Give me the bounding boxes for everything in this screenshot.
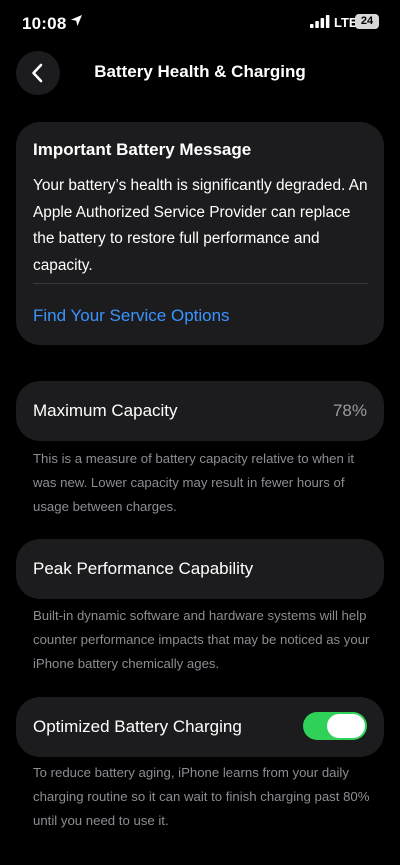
navigation-bar: Battery Health & Charging [0, 48, 400, 98]
message-title: Important Battery Message [33, 140, 252, 159]
charging-footnote: To reduce battery aging, iPhone learns f… [33, 765, 370, 828]
maximum-capacity-label: Maximum Capacity [33, 401, 178, 420]
page-title: Battery Health & Charging [94, 62, 306, 81]
optimized-charging-label: Optimized Battery Charging [33, 717, 242, 736]
peak-performance-label: Peak Performance Capability [33, 559, 254, 578]
location-arrow-icon [70, 14, 83, 32]
chevron-left-icon [32, 63, 43, 83]
message-body: Your battery’s health is significantly d… [33, 177, 368, 274]
maximum-capacity-row: Maximum Capacity 78% [16, 381, 384, 441]
optimized-charging-row: Optimized Battery Charging [16, 697, 384, 757]
peak-performance-row[interactable]: Peak Performance Capability [16, 539, 384, 599]
capacity-footnote: This is a measure of battery capacity re… [33, 451, 355, 514]
battery-icon: 24 [355, 14, 379, 29]
service-options-link[interactable]: Find Your Service Options [33, 306, 230, 326]
signal-icon [310, 15, 330, 33]
toggle-knob [327, 714, 365, 738]
performance-footnote: Built-in dynamic software and hardware s… [33, 608, 370, 671]
status-time: 10:08 [22, 14, 67, 33]
optimized-charging-toggle[interactable] [303, 712, 367, 740]
back-button[interactable] [16, 51, 60, 95]
battery-message-card: Important Battery Message Your battery’s… [16, 122, 384, 345]
status-bar: 10:08 LTE 24 [0, 0, 400, 48]
divider [33, 283, 368, 284]
maximum-capacity-value: 78% [332, 401, 367, 420]
